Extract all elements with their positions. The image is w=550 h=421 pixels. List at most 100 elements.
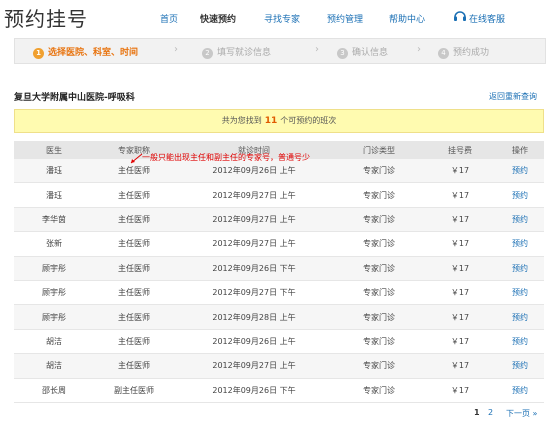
schedule-table: 医生 专家职称 就诊时间 门诊类型 挂号费 操作 潘珏 主任医师 2012年09月2… (14, 141, 544, 403)
doctor-cell: 潘珏 (46, 166, 62, 176)
requery-link[interactable]: 返回重新查询 (489, 91, 537, 102)
table-row: 顾宇彤 主任医师 2012年09月26日 下午 专家门诊 ￥17 预约 (14, 256, 544, 281)
nav-help-center[interactable]: 帮助中心 (389, 12, 425, 25)
chevron-right-icon: › (417, 44, 421, 55)
clinic-type-cell: 专家门诊 (363, 214, 395, 224)
column-header-clinic-type: 门诊类型 (363, 145, 395, 155)
clinic-type-cell: 专家门诊 (363, 263, 395, 273)
page-title: 预约挂号 (4, 7, 88, 31)
doctor-cell: 潘珏 (46, 190, 62, 200)
chevron-right-icon: › (315, 44, 319, 55)
fee-cell: ￥17 (450, 361, 470, 371)
result-count-banner: 共为您找到 11 个可预约的班次 (14, 109, 544, 133)
step-number: 4 (438, 48, 449, 59)
clinic-type-cell: 专家门诊 (363, 288, 395, 298)
clinic-type-cell: 专家门诊 (363, 166, 395, 176)
banner-suffix: 个可预约的班次 (280, 116, 337, 125)
title-cell: 副主任医师 (114, 385, 154, 395)
title-cell: 主任医师 (118, 190, 150, 200)
table-row: 潘珏 主任医师 2012年09月27日 上午 专家门诊 ￥17 预约 (14, 183, 544, 208)
hospital-department-title: 复旦大学附属中山医院-呼吸科 (14, 93, 135, 103)
doctor-cell: 邵长周 (42, 385, 66, 395)
annotation-note: 一般只能出现主任和副主任的专家号，普通号少 (142, 153, 310, 162)
step-2: 2 填写就诊信息 (202, 45, 271, 59)
title-cell: 主任医师 (118, 214, 150, 224)
fee-cell: ￥17 (450, 288, 470, 298)
title-cell: 主任医师 (118, 239, 150, 249)
nav-home[interactable]: 首页 (160, 12, 178, 25)
doctor-cell: 张新 (46, 239, 62, 249)
nav-booking-management[interactable]: 预约管理 (327, 12, 363, 25)
doctor-cell: 李华茵 (42, 214, 66, 224)
online-service-link[interactable]: 在线客服 (469, 12, 505, 25)
step-label: 填写就诊信息 (217, 48, 272, 58)
time-cell: 2012年09月28日 上午 (212, 312, 296, 322)
fee-cell: ￥17 (450, 239, 470, 249)
doctor-cell: 顾宇彤 (42, 288, 66, 298)
book-link[interactable]: 预约 (496, 305, 544, 328)
book-link[interactable]: 预约 (496, 257, 544, 280)
step-label: 预约成功 (453, 48, 490, 58)
title-cell: 主任医师 (118, 288, 150, 298)
fee-cell: ￥17 (450, 385, 470, 395)
fee-cell: ￥17 (450, 190, 470, 200)
nav-quick-booking[interactable]: 快速预约 (200, 12, 236, 25)
title-cell: 主任医师 (118, 263, 150, 273)
fee-cell: ￥17 (450, 312, 470, 322)
book-link[interactable]: 预约 (496, 159, 544, 182)
book-link[interactable]: 预约 (496, 232, 544, 255)
page-2-link[interactable]: 2 (488, 408, 493, 417)
column-header-doctor: 医生 (46, 145, 62, 155)
book-link[interactable]: 预约 (496, 183, 544, 206)
time-cell: 2012年09月27日 上午 (212, 361, 296, 371)
step-3: 3 确认信息 (337, 45, 388, 59)
table-row: 顾宇彤 主任医师 2012年09月28日 上午 专家门诊 ￥17 预约 (14, 305, 544, 330)
time-cell: 2012年09月27日 下午 (212, 288, 296, 298)
doctor-cell: 顾宇彤 (42, 312, 66, 322)
page-current: 1 (474, 408, 480, 417)
doctor-cell: 顾宇彤 (42, 263, 66, 273)
time-cell: 2012年09月27日 上午 (212, 190, 296, 200)
time-cell: 2012年09月26日 上午 (212, 336, 296, 346)
title-cell: 主任医师 (118, 312, 150, 322)
book-link[interactable]: 预约 (496, 379, 544, 402)
column-header-fee: 挂号费 (448, 145, 472, 155)
time-cell: 2012年09月27日 上午 (212, 239, 296, 249)
time-cell: 2012年09月27日 上午 (212, 214, 296, 224)
step-label: 确认信息 (352, 48, 389, 58)
book-link[interactable]: 预约 (496, 208, 544, 231)
table-row: 胡洁 主任医师 2012年09月26日 上午 专家门诊 ￥17 预约 (14, 330, 544, 355)
table-row: 胡洁 主任医师 2012年09月27日 上午 专家门诊 ￥17 预约 (14, 354, 544, 379)
book-link[interactable]: 预约 (496, 354, 544, 377)
table-row: 张新 主任医师 2012年09月27日 上午 专家门诊 ￥17 预约 (14, 232, 544, 257)
step-number: 1 (33, 48, 44, 59)
fee-cell: ￥17 (450, 263, 470, 273)
table-row: 邵长周 副主任医师 2012年09月26日 下午 专家门诊 ￥17 预约 (14, 379, 544, 403)
clinic-type-cell: 专家门诊 (363, 361, 395, 371)
fee-cell: ￥17 (450, 336, 470, 346)
book-link[interactable]: 预约 (496, 330, 544, 353)
table-row: 李华茵 主任医师 2012年09月27日 上午 专家门诊 ￥17 预约 (14, 207, 544, 233)
doctor-cell: 胡洁 (46, 336, 62, 346)
headset-icon[interactable] (453, 9, 467, 23)
chevron-right-icon: › (174, 44, 178, 55)
clinic-type-cell: 专家门诊 (363, 385, 395, 395)
step-4: 4 预约成功 (438, 45, 489, 59)
nav-find-expert[interactable]: 寻找专家 (264, 12, 300, 25)
step-label: 选择医院、科室、时间 (48, 48, 139, 58)
clinic-type-cell: 专家门诊 (363, 239, 395, 249)
result-count: 11 (264, 116, 278, 126)
table-row: 顾宇彤 主任医师 2012年09月27日 下午 专家门诊 ￥17 预约 (14, 281, 544, 306)
time-cell: 2012年09月26日 下午 (212, 263, 296, 273)
clinic-type-cell: 专家门诊 (363, 336, 395, 346)
progress-steps: 1 选择医院、科室、时间 › 2 填写就诊信息 › 3 确认信息 › 4 预约成功 (14, 38, 546, 64)
time-cell: 2012年09月26日 下午 (212, 385, 296, 395)
next-page-link[interactable]: 下一页 » (506, 408, 537, 419)
column-header-action: 操作 (512, 145, 528, 155)
banner-prefix: 共为您找到 (221, 116, 262, 125)
doctor-cell: 胡洁 (46, 361, 62, 371)
annotation-arrow-icon (130, 153, 143, 164)
step-number: 2 (202, 48, 213, 59)
fee-cell: ￥17 (450, 214, 470, 224)
book-link[interactable]: 预约 (496, 281, 544, 304)
